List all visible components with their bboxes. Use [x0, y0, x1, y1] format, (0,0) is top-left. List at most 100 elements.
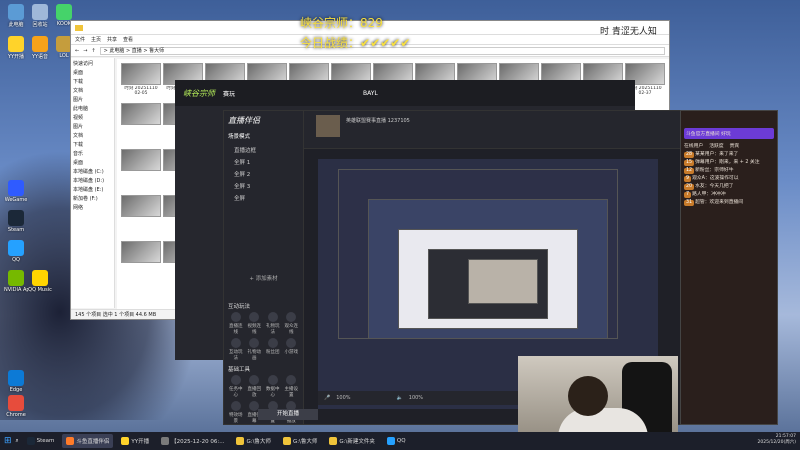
taskbar-item[interactable]: QQ	[383, 434, 410, 448]
back-icon[interactable]: ←	[75, 48, 79, 54]
source-item[interactable]: 全屏	[228, 192, 299, 204]
ribbon-tab[interactable]: 主页	[91, 36, 101, 43]
tool-button[interactable]: 粉丝团	[265, 338, 281, 361]
file-item[interactable]	[121, 195, 161, 217]
nav-item[interactable]: 视频	[73, 114, 112, 123]
nav-item[interactable]: 本地磁盘 (D:)	[73, 177, 112, 186]
ribbon-tab[interactable]: 查看	[123, 36, 133, 43]
desktop-icon[interactable]: QQ	[4, 240, 28, 263]
start-icon[interactable]: ⊞	[4, 436, 12, 446]
nav-item[interactable]: 本地磁盘 (C:)	[73, 168, 112, 177]
chat-tabs[interactable]: 在线用户 活跃度 贵宾	[684, 142, 774, 149]
desktop-icon[interactable]: Steam	[4, 210, 28, 233]
speaker-icon[interactable]: 🔈	[397, 395, 403, 401]
up-icon[interactable]: ↑	[91, 48, 95, 54]
desktop-icon[interactable]: WeGame	[4, 180, 28, 203]
nav-item[interactable]: 下载	[73, 78, 112, 87]
app-name: 直播伴侣	[228, 116, 260, 125]
desktop-icon[interactable]: QQ Music	[28, 270, 52, 293]
tool-button[interactable]: 小游戏	[284, 338, 300, 361]
source-item[interactable]: 全屏 2	[228, 168, 299, 180]
nav-item[interactable]: 快速访问	[73, 60, 112, 69]
mic-icon[interactable]: 🎤	[324, 395, 330, 401]
chat-tab[interactable]: 活跃度	[709, 142, 723, 149]
nested-screen-5	[468, 259, 538, 304]
file-item[interactable]	[121, 149, 161, 171]
file-item[interactable]: 时刻 20251110 02-05	[121, 63, 161, 101]
add-source-button[interactable]: + 添加素材	[228, 274, 299, 282]
app-icon	[8, 370, 24, 386]
tool-button[interactable]: 视频连线	[247, 312, 263, 335]
nav-item[interactable]: 音乐	[73, 150, 112, 159]
live-sidebar[interactable]: 直播伴侣 场景模式 直播边框 全屏 1 全屏 2 全屏 3 全屏 + 添加素材 互动玩法…	[224, 111, 304, 424]
chat-message: 20 水友：今天几把了	[684, 184, 774, 190]
tool-button[interactable]: 主播设置	[284, 375, 300, 398]
tool-button[interactable]: 礼物玩法	[265, 312, 281, 335]
tool-icon	[249, 375, 260, 385]
tool-icon	[230, 401, 241, 411]
taskbar-item[interactable]: 【2025-12-20 06:...	[157, 434, 228, 448]
file-thumbnail	[121, 195, 161, 217]
source-item[interactable]: 直播边框	[228, 144, 299, 156]
nav-item[interactable]: 图片	[73, 96, 112, 105]
forward-icon[interactable]: →	[83, 48, 87, 54]
tool-button[interactable]: 任务中心	[228, 375, 244, 398]
nav-item[interactable]: 网络	[73, 204, 112, 213]
tool-button[interactable]: 数据中心	[265, 375, 281, 398]
scene-mode[interactable]: 场景模式	[228, 132, 299, 140]
taskbar-app-icon	[161, 437, 170, 445]
nav-item[interactable]: 图片	[73, 123, 112, 132]
tool-button[interactable]: 礼物动画	[247, 338, 263, 361]
game-client-header[interactable]: 峡谷宗师 赛玩 BAYL	[175, 80, 635, 106]
taskbar-item[interactable]: G:\鲁大师	[232, 434, 274, 448]
nav-item[interactable]: 文档	[73, 132, 112, 141]
taskbar-item[interactable]: Steam	[23, 434, 59, 448]
nav-item[interactable]: 新加卷 (F:)	[73, 195, 112, 204]
ribbon-tab[interactable]: 共享	[107, 36, 117, 43]
tool-button[interactable]: 观众连线	[284, 312, 300, 335]
app-icon	[56, 4, 72, 20]
nav-item[interactable]: 桌面	[73, 69, 112, 78]
game-tab[interactable]: 赛玩	[223, 89, 235, 98]
chat-message: 9 观众A：这波操作可以	[684, 176, 774, 182]
chat-tab[interactable]: 在线用户	[684, 142, 703, 149]
taskbar-item[interactable]: 斗鱼直播伴侣	[62, 434, 114, 448]
nav-item[interactable]: 文档	[73, 87, 112, 96]
search-icon[interactable]: ⌕	[16, 438, 19, 445]
nav-item[interactable]: 此电脑	[73, 105, 112, 114]
chat-panel[interactable]: 斗鱼官方直播间 好玩 在线用户 活跃度 贵宾 28 某某用户：来了来了 15 弹幕用户：刚…	[680, 110, 778, 425]
tool-button[interactable]: 直播连线	[228, 312, 244, 335]
tool-button[interactable]: 互动玩法	[228, 338, 244, 361]
level-badge: 7	[684, 192, 692, 198]
ribbon-tab[interactable]: 文件	[75, 36, 85, 43]
taskbar-item[interactable]: G:\新建文件夹	[325, 434, 378, 448]
interact-tools[interactable]: 直播连线 视频连线 礼物玩法 观众连线互动玩法 礼物动画 粉丝团 小游戏	[228, 312, 299, 361]
navigation-pane[interactable]: 快速访问 桌面 下载 文档 图片 此电脑 视频 图片 文档 下载 音乐 桌面 本地磁盘 (C:) 本地磁盘…	[71, 58, 115, 308]
desktop-icon[interactable]: YY语音	[28, 36, 52, 60]
app-icon	[8, 36, 24, 52]
nav-item[interactable]: 下载	[73, 141, 112, 150]
tool-button[interactable]: 直播回放	[247, 375, 263, 398]
taskbar-item[interactable]: YY开播	[117, 434, 153, 448]
speaker-volume: 100%	[408, 395, 424, 401]
desktop-icon[interactable]: 回收站	[28, 4, 52, 28]
desktop-icon[interactable]: Edge	[4, 370, 28, 393]
taskbar[interactable]: ⊞ ⌕ Steam 斗鱼直播伴侣 YY开播 【2025-12-20 06:... G:\…	[0, 432, 800, 450]
desktop-icon[interactable]: YY开播	[4, 36, 28, 60]
desktop-icon[interactable]: 此电脑	[4, 4, 28, 28]
nav-item[interactable]: 桌面	[73, 159, 112, 168]
file-item[interactable]	[121, 103, 161, 125]
tool-button[interactable]: 特效场景	[228, 401, 244, 424]
taskbar-item[interactable]: G:\鲁大师	[279, 434, 321, 448]
chat-tab[interactable]: 贵宾	[730, 142, 740, 149]
desktop-icon[interactable]: Chrome	[4, 395, 28, 418]
source-item[interactable]: 全屏 1	[228, 156, 299, 168]
file-item[interactable]	[121, 241, 161, 263]
desktop-icon[interactable]: NVIDIA App	[4, 270, 28, 293]
taskbar-clock[interactable]: 21:57:07 2025/12/20(周六)	[758, 434, 796, 446]
start-live-button[interactable]: 开始直播	[258, 409, 318, 420]
nav-item[interactable]: 本地磁盘 (E:)	[73, 186, 112, 195]
source-item[interactable]: 全屏 3	[228, 180, 299, 192]
source-list[interactable]: 直播边框 全屏 1 全屏 2 全屏 3 全屏	[228, 144, 299, 204]
app-icon	[32, 36, 48, 52]
